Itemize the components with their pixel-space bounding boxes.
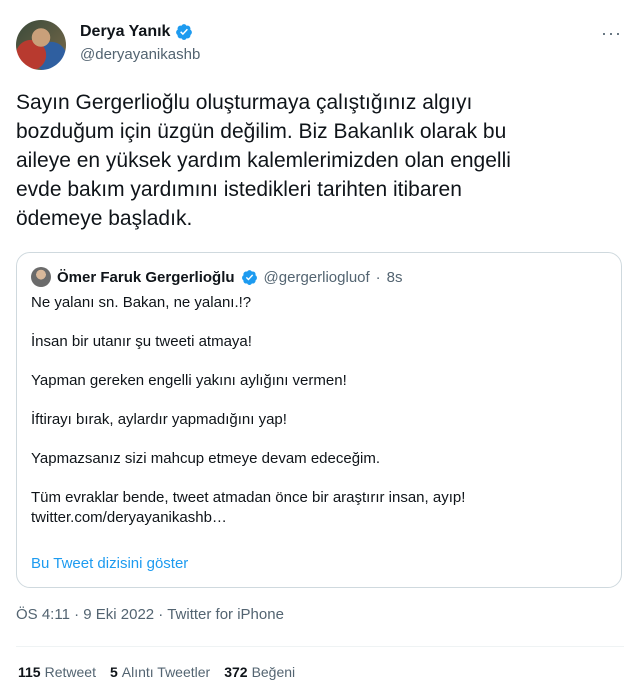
divider bbox=[16, 646, 624, 647]
quotes-stat[interactable]: 5 Alıntı Tweetler bbox=[110, 664, 210, 680]
quoted-author-name: Ömer Faruk Gergerlioğlu bbox=[57, 268, 235, 286]
tweet-text: Sayın Gergerlioğlu oluşturmaya çalıştığı… bbox=[16, 91, 511, 230]
quoted-line-gap bbox=[31, 430, 601, 449]
quoted-line: Yapmazsanız sizi mahcup etmeye devam ede… bbox=[31, 450, 381, 467]
more-options-icon[interactable]: ··· bbox=[601, 24, 622, 42]
quoted-author-handle: @gergerliogluof bbox=[263, 268, 370, 286]
quoted-tweet[interactable]: Ömer Faruk Gergerlioğlu @gergerliogluof … bbox=[16, 252, 622, 588]
author-name-line: Derya Yanık bbox=[80, 23, 193, 41]
likes-label: Beğeni bbox=[251, 664, 296, 680]
verified-badge-icon bbox=[176, 24, 193, 40]
retweets-label: Retweet bbox=[44, 664, 96, 680]
quoted-line-gap bbox=[31, 469, 601, 488]
show-thread-link[interactable]: Bu Tweet dizisini göster bbox=[31, 555, 188, 572]
likes-stat[interactable]: 372 Beğeni bbox=[224, 664, 295, 680]
quoted-line-gap bbox=[31, 352, 601, 371]
tweet-header: Derya Yanık @deryayanikashb ··· bbox=[16, 14, 624, 76]
retweets-count: 115 bbox=[18, 664, 41, 680]
quoted-separator: · bbox=[375, 268, 381, 286]
quoted-line-gap bbox=[31, 313, 601, 332]
quotes-count: 5 bbox=[109, 664, 118, 680]
author-name[interactable]: Derya Yanık bbox=[80, 23, 170, 41]
tweet-meta[interactable]: ÖS 4:11 · 9 Eki 2022 · Twitter for iPhon… bbox=[16, 606, 284, 623]
quoted-line: Tüm evraklar bende, tweet atmadan önce b… bbox=[31, 489, 466, 506]
author-avatar[interactable] bbox=[16, 20, 66, 70]
tweet-stats: 115 Retweet 5 Alıntı Tweetler 372 Beğeni bbox=[18, 664, 295, 680]
author-handle[interactable]: @deryayanikashb bbox=[80, 46, 200, 63]
verified-badge-icon bbox=[241, 269, 257, 285]
quoted-line: Ne yalanı sn. Bakan, ne yalanı.!? bbox=[31, 294, 252, 311]
retweets-stat[interactable]: 115 Retweet bbox=[18, 664, 96, 680]
quoted-header: Ömer Faruk Gergerlioğlu @gergerliogluof … bbox=[31, 267, 403, 287]
quoted-line: İftirayı bırak, aylardır yapmadığını yap… bbox=[31, 411, 287, 428]
quotes-label: Alıntı Tweetler bbox=[121, 664, 211, 680]
quoted-line: İnsan bir utanır şu tweeti atmaya! bbox=[31, 333, 252, 350]
quoted-link-text[interactable]: twitter.com/deryayanikashb… bbox=[31, 508, 601, 528]
quoted-line-gap bbox=[31, 391, 601, 410]
quoted-avatar bbox=[31, 267, 51, 287]
quoted-text: Ne yalanı sn. Bakan, ne yalanı.!? İnsan … bbox=[31, 293, 601, 528]
quoted-time: 8s bbox=[386, 268, 403, 286]
likes-count: 372 bbox=[224, 664, 248, 680]
quoted-line: Yapman gereken engelli yakını aylığını v… bbox=[31, 372, 347, 389]
